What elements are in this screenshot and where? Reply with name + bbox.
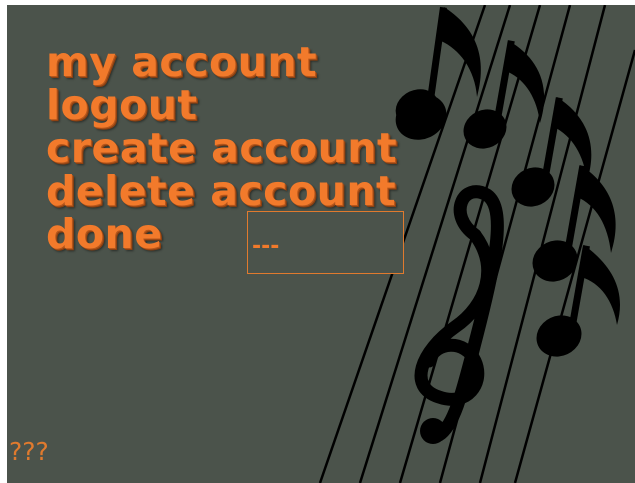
menu-item-my-account[interactable]: my account <box>46 41 397 84</box>
text-input-value[interactable]: --- <box>252 234 400 260</box>
menu-item-delete-account[interactable]: delete account <box>46 170 397 213</box>
menu-item-create-account[interactable]: create account <box>46 127 397 170</box>
quarter-note-icon <box>395 94 447 140</box>
status-text: ??? <box>9 437 49 466</box>
text-input-box[interactable]: --- <box>247 211 404 274</box>
app-screen: my account logout create account delete … <box>7 5 635 483</box>
treble-clef-icon <box>414 185 504 442</box>
menu-item-logout[interactable]: logout <box>46 84 397 127</box>
treble-clef-tail <box>420 418 446 444</box>
